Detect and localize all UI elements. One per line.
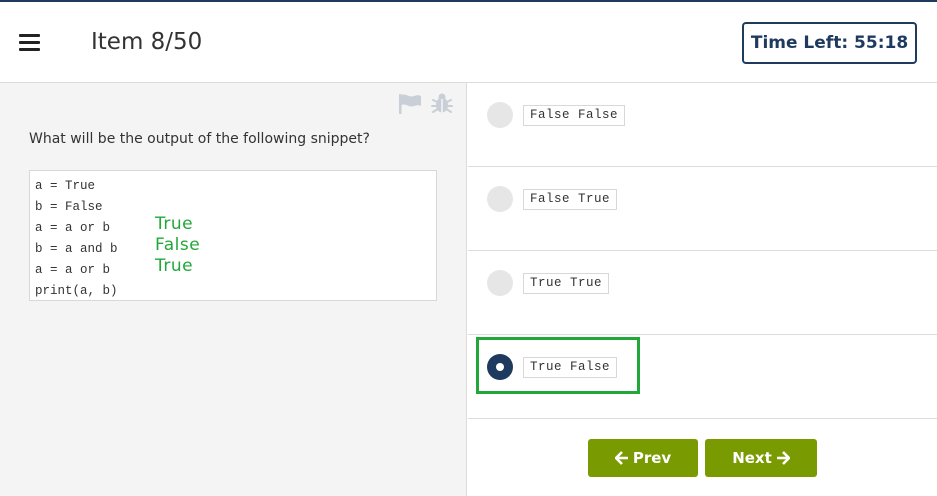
item-counter: Item 8/50 — [91, 29, 203, 55]
answer-label: False True — [523, 189, 618, 210]
code-text: b = a and b — [35, 242, 118, 256]
handwritten-annotation: True — [155, 256, 194, 276]
radio-button[interactable] — [487, 102, 513, 128]
code-text: a = a or b — [35, 263, 111, 277]
handwritten-annotation: True — [155, 214, 194, 234]
code-line: a = True — [35, 176, 431, 197]
code-text: b = False — [35, 200, 103, 214]
bug-icon[interactable] — [430, 91, 454, 115]
radio-button[interactable] — [487, 270, 513, 296]
flag-icon[interactable] — [398, 93, 422, 115]
question-text: What will be the output of the following… — [29, 131, 370, 147]
handwritten-annotation: False — [155, 235, 201, 255]
code-line: a = a or b True — [35, 256, 431, 281]
answer-option-selected[interactable]: True False — [468, 335, 937, 419]
question-panel: What will be the output of the following… — [0, 83, 467, 496]
code-snippet: a = True b = False a = a or b True b = a… — [29, 170, 437, 301]
answer-label: True True — [523, 273, 610, 294]
arrow-left-icon — [614, 451, 628, 465]
next-button[interactable]: Next — [705, 439, 817, 477]
answer-option[interactable]: False True — [468, 167, 937, 251]
answer-panel: False False False True True True True Fa… — [468, 83, 937, 496]
code-line: a = a or b True — [35, 214, 431, 239]
prev-button[interactable]: Prev — [588, 439, 698, 477]
answer-label: False False — [523, 105, 626, 126]
next-label: Next — [732, 449, 772, 467]
answer-option[interactable]: False False — [468, 83, 937, 167]
header-bar: Item 8/50 Time Left: 55:18 — [0, 2, 937, 83]
code-text: a = a or b — [35, 221, 111, 235]
answer-option[interactable]: True True — [468, 251, 937, 335]
code-line: b = a and b False — [35, 235, 431, 260]
radio-button[interactable] — [487, 186, 513, 212]
prev-label: Prev — [632, 449, 672, 467]
menu-icon[interactable] — [19, 34, 40, 51]
radio-button-selected[interactable] — [487, 354, 513, 380]
time-left-badge: Time Left: 55:18 — [742, 22, 917, 64]
arrow-right-icon — [776, 451, 790, 465]
code-line: print(a, b) — [35, 281, 431, 302]
answer-label: True False — [523, 357, 618, 378]
code-text: a = True — [35, 179, 96, 193]
code-line: b = False — [35, 197, 431, 218]
code-text: print(a, b) — [35, 284, 118, 298]
